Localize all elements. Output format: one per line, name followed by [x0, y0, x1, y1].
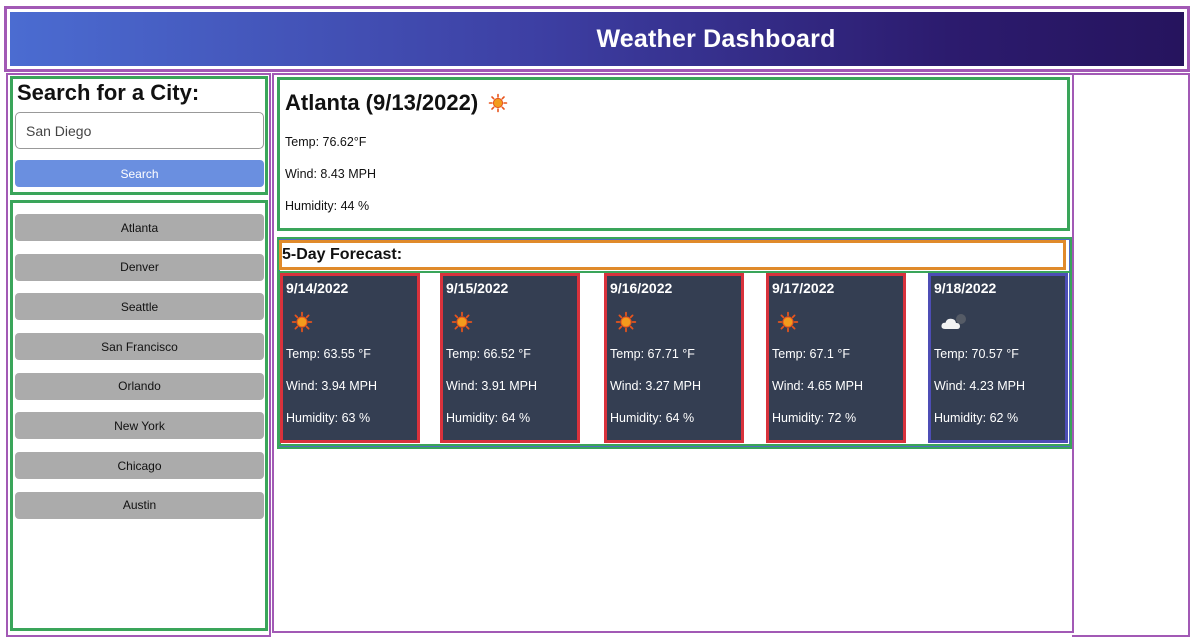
forecast-card: 9/17/2022 Temp: 67.1 °F Wind: 4.65 MPH H…	[766, 273, 906, 443]
cloud-icon	[939, 311, 971, 335]
history-button-denver[interactable]: Denver	[15, 253, 264, 281]
forecast-humidity: Humidity: 72 %	[772, 411, 857, 425]
right-frame	[1072, 73, 1190, 637]
forecast-date: 9/14/2022	[286, 280, 349, 296]
forecast-humidity: Humidity: 62 %	[934, 411, 1019, 425]
history-button-seattle[interactable]: Seattle	[15, 293, 264, 321]
sun-icon	[777, 311, 801, 335]
search-history-list: Atlanta Denver Seattle San Francisco Orl…	[15, 214, 264, 532]
forecast-humidity: Humidity: 64 %	[610, 411, 695, 425]
current-humidity: Humidity: 44 %	[285, 199, 370, 213]
current-city-date: Atlanta (9/13/2022)	[285, 90, 479, 115]
forecast-title: 5-Day Forecast:	[282, 246, 403, 263]
forecast-date: 9/17/2022	[772, 280, 835, 296]
forecast-date: 9/15/2022	[446, 280, 509, 296]
forecast-temp: Temp: 67.71 °F	[610, 347, 695, 361]
sun-icon	[291, 311, 315, 335]
forecast-temp: Temp: 67.1 °F	[772, 347, 850, 361]
history-button-austin[interactable]: Austin	[15, 491, 264, 519]
sun-icon	[451, 311, 475, 335]
search-history-section: Atlanta Denver Seattle San Francisco Orl…	[10, 200, 268, 631]
forecast-wind: Wind: 3.94 MPH	[286, 379, 378, 393]
current-temp: Temp: 76.62°F	[285, 135, 367, 149]
header-banner: Weather Dashboard	[10, 12, 1184, 66]
history-button-san-francisco[interactable]: San Francisco	[15, 333, 264, 361]
history-button-orlando[interactable]: Orlando	[15, 372, 264, 400]
current-weather-title: Atlanta (9/13/2022)	[285, 90, 508, 116]
forecast-card: 9/16/2022 Temp: 67.71 °F Wind: 3.27 MPH …	[604, 273, 744, 443]
search-button[interactable]: Search	[15, 160, 264, 187]
forecast-date: 9/18/2022	[934, 280, 997, 296]
history-button-chicago[interactable]: Chicago	[15, 452, 264, 480]
forecast-date: 9/16/2022	[610, 280, 673, 296]
search-section: Search for a City: Search	[10, 76, 268, 195]
forecast-card: 9/15/2022 Temp: 66.52 °F Wind: 3.91 MPH …	[440, 273, 580, 443]
current-weather-section: Atlanta (9/13/2022) Temp: 76.62°F Wind: …	[277, 77, 1070, 231]
header: Weather Dashboard	[4, 6, 1190, 72]
page-title: Weather Dashboard	[596, 24, 836, 53]
history-button-new-york[interactable]: New York	[15, 412, 264, 440]
current-wind: Wind: 8.43 MPH	[285, 167, 377, 181]
forecast-wind: Wind: 4.65 MPH	[772, 379, 864, 393]
forecast-card: 9/14/2022 Temp: 63.55 °F Wind: 3.94 MPH …	[280, 273, 420, 443]
sun-icon	[615, 311, 639, 335]
forecast-card: 9/18/2022 Temp: 70.57 °F Wind: 4.23 MPH …	[928, 273, 1068, 443]
forecast-humidity: Humidity: 63 %	[286, 411, 371, 425]
forecast-wind: Wind: 4.23 MPH	[934, 379, 1026, 393]
forecast-wind: Wind: 3.91 MPH	[446, 379, 538, 393]
history-button-atlanta[interactable]: Atlanta	[15, 214, 264, 241]
city-search-input[interactable]	[15, 112, 264, 149]
forecast-temp: Temp: 70.57 °F	[934, 347, 1019, 361]
forecast-header: 5-Day Forecast:	[279, 240, 1066, 270]
sun-icon	[488, 93, 508, 113]
forecast-temp: Temp: 63.55 °F	[286, 347, 371, 361]
forecast-humidity: Humidity: 64 %	[446, 411, 531, 425]
search-title: Search for a City:	[17, 80, 200, 105]
forecast-temp: Temp: 66.52 °F	[446, 347, 531, 361]
forecast-wind: Wind: 3.27 MPH	[610, 379, 702, 393]
